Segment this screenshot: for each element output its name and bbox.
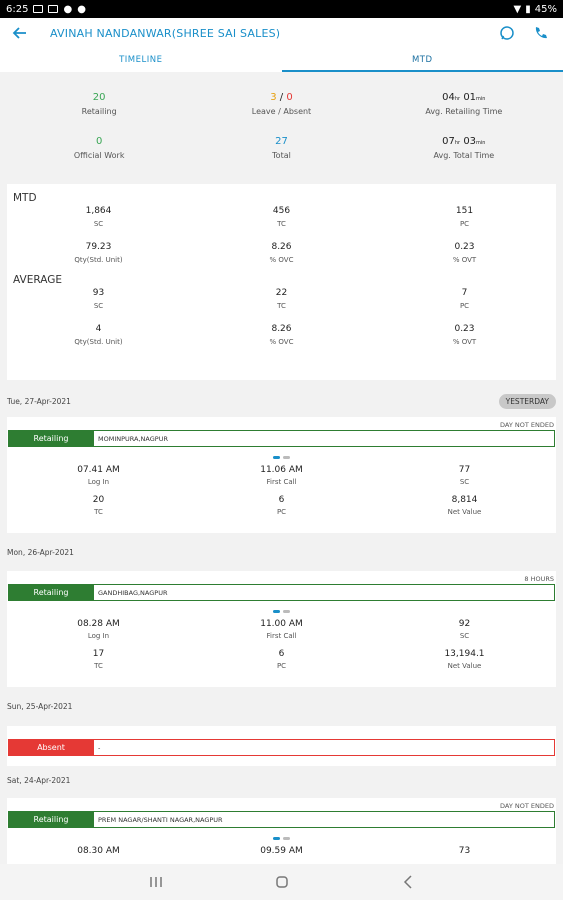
mtd-sc: 1,864 SC xyxy=(85,206,112,228)
mtd-pc: 151 PC xyxy=(455,206,474,228)
mtd-tc: 456 TC xyxy=(272,206,291,228)
location-text: - xyxy=(94,739,555,756)
status-pill: Retailing xyxy=(8,811,94,828)
status-pill: Retailing xyxy=(8,430,94,447)
system-nav-bar xyxy=(0,864,563,900)
back-button[interactable] xyxy=(0,18,40,48)
yesterday-badge: YESTERDAY xyxy=(498,394,556,409)
location-text: GANDHIBAG,NAGPUR xyxy=(94,584,555,601)
location-text: PREM NAGAR/SHANTI NAGAR,NAGPUR xyxy=(94,811,555,828)
summary-avg-total-time: 07hr 03min Avg. Total Time xyxy=(433,136,495,160)
mtd-qty: 79.23 Qty(Std. Unit) xyxy=(74,242,123,264)
mtd-ovc: 8.26% OVC xyxy=(269,242,294,264)
attendance-summary: 20 Retailing 3 / 0 Leave / Absent 04hr 0… xyxy=(8,84,555,174)
summary-total: 27 Total xyxy=(272,136,291,160)
status-pill: Retailing xyxy=(8,584,94,601)
average-heading: AVERAGE xyxy=(13,274,62,286)
day-header: Sat, 24-Apr-2021 xyxy=(7,776,71,785)
chevron-left-icon xyxy=(403,875,412,889)
recents-button[interactable] xyxy=(148,874,164,890)
phone-icon xyxy=(535,27,547,39)
day-header: Sun, 25-Apr-2021 xyxy=(7,702,73,711)
mtd-stats-card: MTD 1,864 SC 456 TC 151 PC 79.23 Qty(Std. Un… xyxy=(7,184,556,380)
day-card[interactable]: DAY NOT ENDED Retailing MOMINPURA,NAGPUR… xyxy=(7,417,556,533)
battery-percentage: 45% xyxy=(534,3,557,15)
day-header: Mon, 26-Apr-2021 xyxy=(7,548,74,557)
day-note: DAY NOT ENDED xyxy=(500,421,554,429)
day-header: Tue, 27-Apr-2021 YESTERDAY xyxy=(7,394,556,409)
avg-qty: 4 Qty(Std. Unit) xyxy=(74,324,123,346)
avg-ovt: 0.23% OVT xyxy=(452,324,477,346)
whatsapp-icon xyxy=(500,26,514,40)
tab-bar: TIMELINE MTD xyxy=(0,48,563,72)
call-button[interactable] xyxy=(533,25,549,41)
avg-tc: 22 TC xyxy=(275,288,288,310)
image-icon xyxy=(48,5,59,13)
avg-ovc: 8.26% OVC xyxy=(269,324,294,346)
page-title: AVINAH NANDANWAR(SHREE SAI SALES) xyxy=(50,26,281,40)
day-card[interactable]: Absent - xyxy=(7,726,556,766)
clock: 6:25 xyxy=(6,3,29,15)
page-indicator xyxy=(7,456,556,459)
summary-avg-retailing-time: 04hr 01min Avg. Retailing Time xyxy=(425,92,503,116)
back-nav-button[interactable] xyxy=(400,874,416,890)
mtd-heading: MTD xyxy=(13,192,37,204)
whatsapp-button[interactable] xyxy=(499,25,515,41)
gallery-icon xyxy=(33,5,44,13)
avg-sc: 93 SC xyxy=(92,288,105,310)
system-status-bar: 6:25 ● ● ▼ ▮ 45% xyxy=(0,0,563,18)
whatsapp-notification-icon: ● xyxy=(63,3,73,15)
home-icon xyxy=(275,876,288,888)
status-pill: Absent xyxy=(8,739,94,756)
location-text: MOMINPURA,NAGPUR xyxy=(94,430,555,447)
home-button[interactable] xyxy=(274,874,290,890)
day-card[interactable]: DAY NOT ENDED Retailing PREM NAGAR/SHANT… xyxy=(7,798,556,864)
day-card[interactable]: 8 HOURS Retailing GANDHIBAG,NAGPUR 08.28… xyxy=(7,571,556,687)
page-indicator xyxy=(7,837,556,840)
page-indicator xyxy=(7,610,556,613)
avg-pc: 7 PC xyxy=(459,288,470,310)
wifi-icon: ▼ xyxy=(513,3,522,15)
summary-leave-absent: 3 / 0 Leave / Absent xyxy=(251,92,312,116)
mtd-ovt: 0.23% OVT xyxy=(452,242,477,264)
app-bar: AVINAH NANDANWAR(SHREE SAI SALES) xyxy=(0,18,563,48)
chat-notification-icon: ● xyxy=(77,3,86,15)
tab-timeline[interactable]: TIMELINE xyxy=(0,48,282,72)
battery-icon: ▮ xyxy=(525,3,531,15)
recents-icon xyxy=(149,877,162,887)
arrow-left-icon xyxy=(12,27,26,39)
summary-official-work: 0 Official Work xyxy=(73,136,125,160)
summary-retailing: 20 Retailing xyxy=(81,92,117,116)
day-note: 8 HOURS xyxy=(524,575,554,583)
day-note: DAY NOT ENDED xyxy=(500,802,554,810)
tab-mtd[interactable]: MTD xyxy=(281,48,563,72)
